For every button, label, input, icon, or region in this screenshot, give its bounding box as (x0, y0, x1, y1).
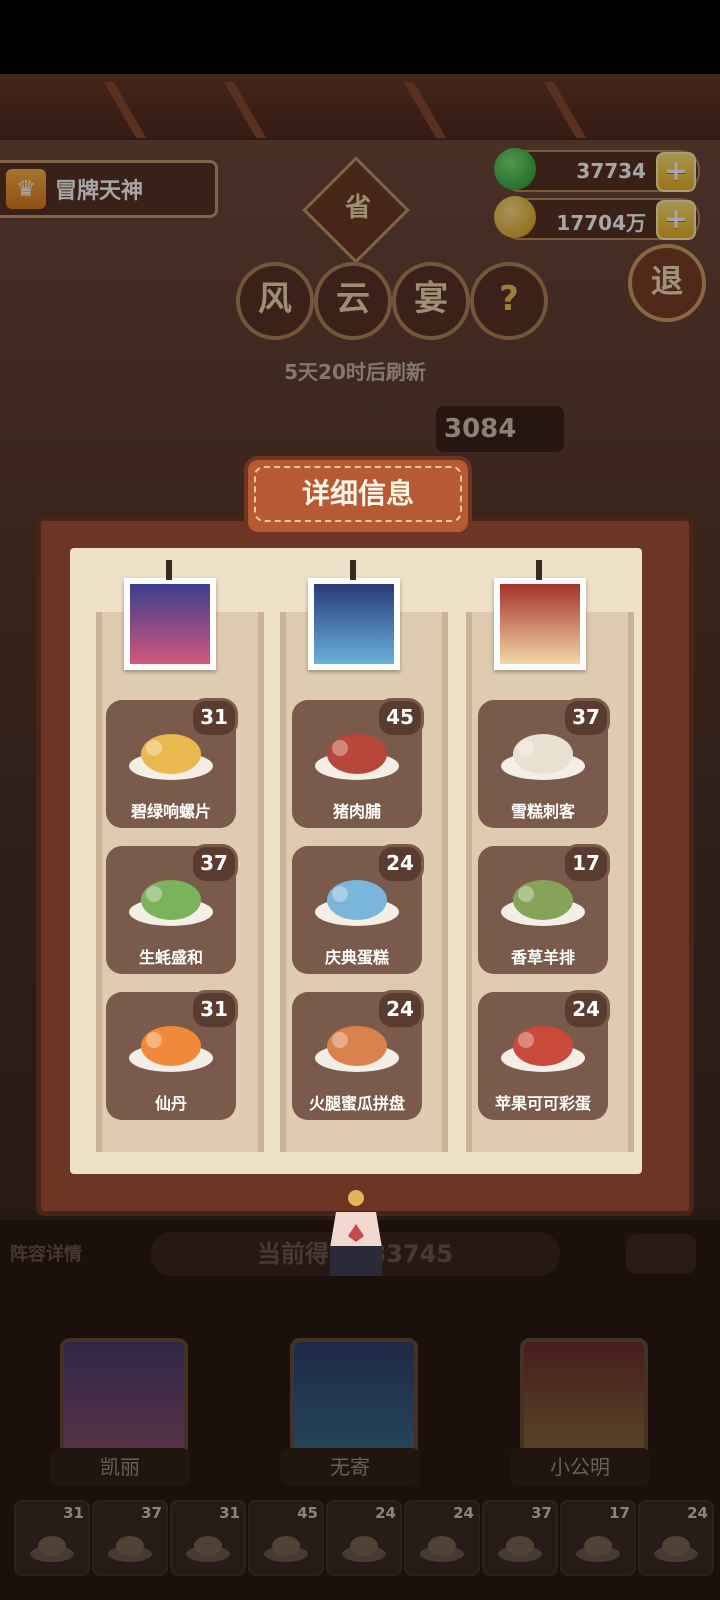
dish-count-badge: 24 (376, 990, 424, 1030)
dish-count-badge: 37 (562, 698, 610, 738)
dish-card[interactable]: 24 火腿蜜瓜拼盘 (292, 990, 424, 1120)
dish-name: 碧绿响螺片 (130, 802, 211, 821)
hero-portrait-1 (124, 560, 216, 670)
dish-count-badge: 24 (376, 844, 424, 884)
dish-card[interactable]: 31 碧绿响螺片 (106, 698, 238, 828)
dish-count-badge: 45 (376, 698, 424, 738)
dish-name: 香草羊排 (510, 948, 575, 967)
scroll-tassel-icon (330, 1190, 382, 1276)
hero-portrait-3 (494, 560, 586, 670)
dish-card[interactable]: 17 香草羊排 (478, 844, 610, 974)
dish-name: 仙丹 (154, 1094, 187, 1113)
dish-card[interactable]: 31 仙丹 (106, 990, 238, 1120)
dish-name: 火腿蜜瓜拼盘 (308, 1094, 405, 1113)
dish-card[interactable]: 24 苹果可可彩蛋 (478, 990, 610, 1120)
dish-name: 庆典蛋糕 (324, 948, 389, 967)
dish-name: 苹果可可彩蛋 (494, 1094, 591, 1113)
dish-name: 生蚝盛和 (138, 948, 203, 967)
dish-name: 猪肉脯 (332, 802, 381, 821)
dish-count-badge: 24 (562, 990, 610, 1030)
dish-name: 雪糕刺客 (510, 802, 575, 821)
dish-count-badge: 31 (190, 698, 238, 738)
modal-title-plate: 详细信息 (244, 456, 472, 536)
dish-card[interactable]: 37 雪糕刺客 (478, 698, 610, 828)
hero-portrait-2 (308, 560, 400, 670)
dish-count-badge: 37 (190, 844, 238, 884)
dish-card[interactable]: 24 庆典蛋糕 (292, 844, 424, 974)
modal-title: 详细信息 (254, 466, 462, 522)
dish-card[interactable]: 37 生蚝盛和 (106, 844, 238, 974)
dish-count-badge: 31 (190, 990, 238, 1030)
dish-card[interactable]: 45 猪肉脯 (292, 698, 424, 828)
dish-count-badge: 17 (562, 844, 610, 884)
